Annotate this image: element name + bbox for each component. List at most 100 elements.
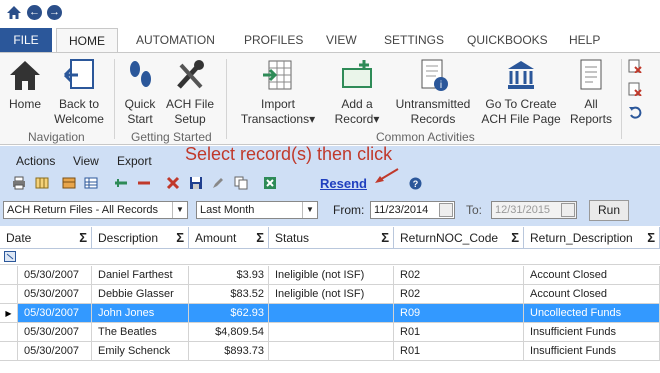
table-row[interactable]: ▶ 05/30/2007 John Jones $62.93 R09 Uncollecte… bbox=[0, 304, 660, 323]
ribbon-separator bbox=[226, 59, 227, 139]
table-cell-status[interactable] bbox=[269, 304, 394, 323]
tab-profiles[interactable]: PROFILES bbox=[244, 33, 303, 47]
from-date-field[interactable]: 11/23/2014 bbox=[370, 201, 455, 219]
group-getting-started: Getting Started bbox=[131, 130, 212, 144]
table-cell-code[interactable]: R02 bbox=[394, 266, 524, 285]
table-cell-code[interactable]: R09 bbox=[394, 304, 524, 323]
table-row[interactable]: 05/30/2007 Debbie Glasser $83.52 Ineligible… bbox=[0, 285, 660, 304]
table-cell-date[interactable]: 05/30/2007 bbox=[18, 266, 92, 285]
sigma-icon[interactable]: Σ bbox=[256, 227, 264, 249]
table-cell-status[interactable] bbox=[269, 342, 394, 361]
tab-help[interactable]: HELP bbox=[569, 33, 600, 47]
tab-home[interactable]: HOME bbox=[56, 28, 118, 52]
table-cell-amount[interactable]: $83.52 bbox=[189, 285, 269, 304]
import-transactions-button[interactable]: Import Transactions▾ bbox=[238, 57, 318, 127]
table-cell-return-desc[interactable]: Uncollected Funds bbox=[524, 304, 660, 323]
sigma-icon[interactable]: Σ bbox=[511, 227, 519, 249]
table-cell-description[interactable]: The Beatles bbox=[92, 323, 189, 342]
tab-view[interactable]: VIEW bbox=[326, 33, 357, 47]
table-cell-amount[interactable]: $3.93 bbox=[189, 266, 269, 285]
undo-icon[interactable] bbox=[628, 105, 642, 119]
table-cell-description[interactable]: Debbie Glasser bbox=[92, 285, 189, 304]
table-cell-amount[interactable]: $893.73 bbox=[189, 342, 269, 361]
table-cell-description[interactable]: Daniel Farthest bbox=[92, 266, 189, 285]
row-selector[interactable] bbox=[0, 323, 18, 342]
row-selector[interactable] bbox=[0, 266, 18, 285]
copy-icon[interactable] bbox=[234, 176, 248, 190]
column-header-return-description[interactable]: Return_Description Σ bbox=[524, 227, 660, 249]
tab-settings[interactable]: SETTINGS bbox=[384, 33, 444, 47]
table-cell-return-desc[interactable]: Insufficient Funds bbox=[524, 342, 660, 361]
table-cell-status[interactable] bbox=[269, 323, 394, 342]
add-a-record-button[interactable]: Add a Record▾ bbox=[333, 57, 381, 127]
resend-link[interactable]: Resend bbox=[320, 176, 367, 191]
layout-icon[interactable] bbox=[62, 176, 76, 190]
table-cell-return-desc[interactable]: Account Closed bbox=[524, 285, 660, 304]
table-cell-code[interactable]: R01 bbox=[394, 342, 524, 361]
quick-start-button[interactable]: Quick Start bbox=[122, 57, 158, 127]
export-excel-icon[interactable] bbox=[263, 176, 277, 190]
remove-row-icon[interactable] bbox=[137, 176, 151, 190]
table-row[interactable]: 05/30/2007 The Beatles $4,809.54 R01 Insuffi… bbox=[0, 323, 660, 342]
column-header-date[interactable]: Date Σ bbox=[0, 227, 92, 249]
grid-icon[interactable] bbox=[84, 176, 98, 190]
table-cell-description[interactable]: Emily Schenck bbox=[92, 342, 189, 361]
ach-file-setup-button[interactable]: ACH File Setup bbox=[164, 57, 216, 127]
go-to-create-ach-button[interactable]: Go To Create ACH File Page bbox=[480, 57, 562, 127]
filter-icon[interactable] bbox=[4, 251, 16, 262]
table-cell-status[interactable]: Ineligible (not ISF) bbox=[269, 285, 394, 304]
file-filter-select[interactable]: ACH Return Files - All Records ▼ bbox=[3, 201, 188, 219]
calendar-icon[interactable] bbox=[439, 203, 453, 217]
table-cell-date[interactable]: 05/30/2007 bbox=[18, 342, 92, 361]
save-icon[interactable] bbox=[189, 176, 203, 190]
row-selector[interactable] bbox=[0, 285, 18, 304]
table-cell-date[interactable]: 05/30/2007 bbox=[18, 323, 92, 342]
tab-file[interactable]: FILE bbox=[0, 28, 52, 52]
sigma-icon[interactable]: Σ bbox=[647, 227, 655, 249]
row-selector[interactable]: ▶ bbox=[0, 304, 18, 323]
table-row[interactable]: 05/30/2007 Daniel Farthest $3.93 Ineligible… bbox=[0, 266, 660, 285]
delete-icon[interactable] bbox=[166, 176, 180, 190]
period-select[interactable]: Last Month ▼ bbox=[196, 201, 318, 219]
table-cell-date[interactable]: 05/30/2007 bbox=[18, 304, 92, 323]
table-cell-description[interactable]: John Jones bbox=[92, 304, 189, 323]
delete-all-icon[interactable] bbox=[628, 82, 642, 96]
forward-arrow-icon[interactable]: → bbox=[47, 5, 62, 20]
edit-icon[interactable] bbox=[211, 176, 225, 190]
column-header-amount[interactable]: Amount Σ bbox=[189, 227, 269, 249]
run-button[interactable]: Run bbox=[589, 200, 629, 221]
table-cell-date[interactable]: 05/30/2007 bbox=[18, 285, 92, 304]
table-row[interactable]: 05/30/2007 Emily Schenck $893.73 R01 Insuffi… bbox=[0, 342, 660, 361]
table-cell-return-desc[interactable]: Insufficient Funds bbox=[524, 323, 660, 342]
insert-row-icon[interactable] bbox=[114, 176, 128, 190]
table-cell-status[interactable]: Ineligible (not ISF) bbox=[269, 266, 394, 285]
sigma-icon[interactable]: Σ bbox=[381, 227, 389, 249]
menu-export[interactable]: Export bbox=[117, 154, 152, 168]
tab-quickbooks[interactable]: QUICKBOOKS bbox=[467, 33, 548, 47]
untransmitted-records-button[interactable]: i Untransmitted Records bbox=[392, 57, 474, 127]
menu-actions[interactable]: Actions bbox=[16, 154, 55, 168]
delete-doc-icon[interactable] bbox=[628, 59, 642, 73]
home-button[interactable]: Home bbox=[4, 57, 46, 112]
column-header-status[interactable]: Status Σ bbox=[269, 227, 394, 249]
table-cell-code[interactable]: R01 bbox=[394, 323, 524, 342]
table-cell-amount[interactable]: $4,809.54 bbox=[189, 323, 269, 342]
tab-automation[interactable]: AUTOMATION bbox=[136, 33, 215, 47]
columns-icon[interactable] bbox=[35, 176, 49, 190]
chevron-down-icon: ▼ bbox=[172, 202, 187, 218]
home-icon[interactable] bbox=[6, 5, 22, 20]
table-cell-return-desc[interactable]: Account Closed bbox=[524, 266, 660, 285]
column-header-description[interactable]: Description Σ bbox=[92, 227, 189, 249]
table-cell-code[interactable]: R02 bbox=[394, 285, 524, 304]
table-cell-amount[interactable]: $62.93 bbox=[189, 304, 269, 323]
sigma-icon[interactable]: Σ bbox=[79, 227, 87, 249]
sigma-icon[interactable]: Σ bbox=[176, 227, 184, 249]
help-icon[interactable]: ? bbox=[409, 177, 422, 190]
back-to-welcome-button[interactable]: Back to Welcome bbox=[52, 57, 106, 127]
all-reports-button[interactable]: All Reports bbox=[568, 57, 614, 127]
column-header-return-noc-code[interactable]: ReturnNOC_Code Σ bbox=[394, 227, 524, 249]
print-icon[interactable] bbox=[12, 176, 26, 190]
back-arrow-icon[interactable]: ← bbox=[27, 5, 42, 20]
menu-view[interactable]: View bbox=[73, 154, 99, 168]
row-selector[interactable] bbox=[0, 342, 18, 361]
